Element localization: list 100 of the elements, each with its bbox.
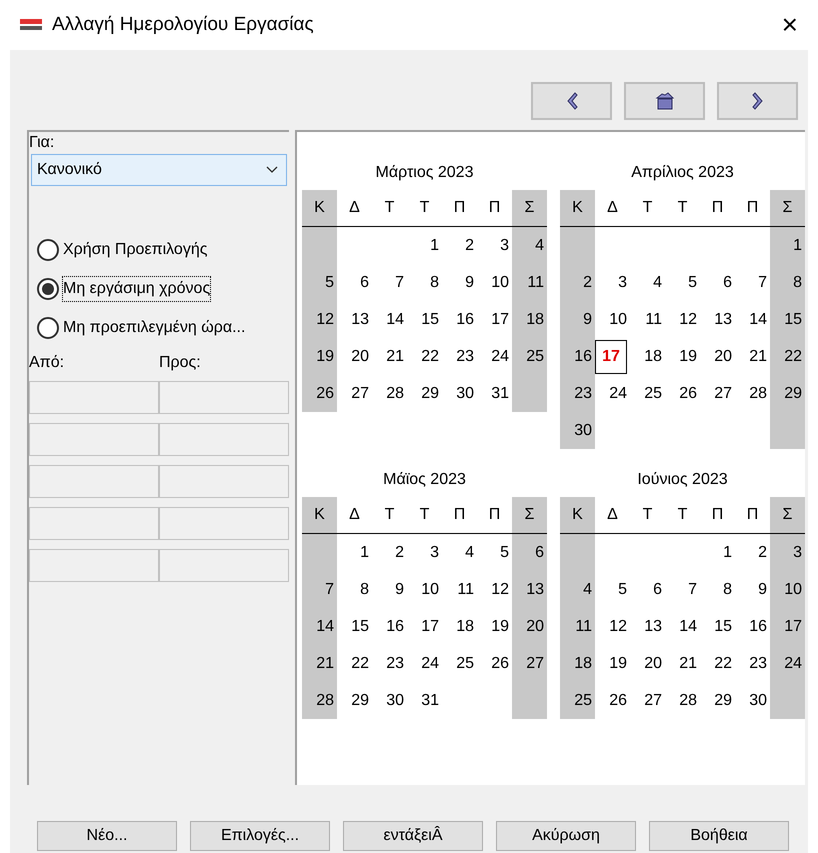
previous-button[interactable] (531, 82, 612, 120)
day-cell[interactable]: 17 (595, 340, 627, 374)
day-cell[interactable]: 6 (723, 270, 732, 294)
day-cell[interactable]: 26 (609, 688, 627, 712)
day-cell[interactable]: 28 (386, 382, 404, 406)
day-cell[interactable]: 5 (500, 540, 509, 564)
day-cell[interactable]: 30 (386, 688, 404, 712)
dialog-button[interactable]: Ακύρωση (496, 821, 636, 851)
day-cell[interactable]: 19 (679, 344, 697, 368)
day-cell[interactable]: 19 (316, 344, 334, 368)
day-cell[interactable]: 1 (360, 540, 369, 564)
day-cell[interactable]: 16 (574, 344, 592, 368)
day-cell[interactable]: 4 (465, 540, 474, 564)
dialog-button[interactable]: Επιλογές... (190, 821, 330, 851)
day-cell[interactable]: 3 (793, 540, 802, 564)
day-cell[interactable]: 5 (688, 270, 697, 294)
day-cell[interactable]: 15 (351, 614, 369, 638)
day-cell[interactable]: 5 (618, 578, 627, 602)
day-cell[interactable]: 12 (609, 614, 627, 638)
day-cell[interactable]: 17 (491, 308, 509, 332)
day-cell[interactable]: 8 (723, 578, 732, 602)
day-cell[interactable]: 10 (421, 578, 439, 602)
day-cell[interactable]: 10 (491, 270, 509, 294)
close-button[interactable]: × (782, 11, 798, 39)
day-cell[interactable]: 20 (714, 344, 732, 368)
day-cell[interactable]: 22 (784, 344, 802, 368)
day-cell[interactable]: 18 (574, 652, 592, 676)
day-cell[interactable]: 26 (491, 652, 509, 676)
day-cell[interactable]: 31 (421, 688, 439, 712)
day-cell[interactable]: 27 (644, 688, 662, 712)
day-cell[interactable]: 13 (644, 614, 662, 638)
time-input-field[interactable] (29, 549, 159, 582)
dialog-button[interactable]: εντάξειÂ (343, 821, 483, 851)
day-cell[interactable]: 8 (360, 578, 369, 602)
day-cell[interactable]: 29 (351, 688, 369, 712)
day-cell[interactable]: 24 (421, 652, 439, 676)
day-cell[interactable]: 17 (784, 614, 802, 638)
day-cell[interactable]: 28 (316, 688, 334, 712)
day-cell[interactable]: 2 (395, 540, 404, 564)
day-cell[interactable]: 25 (574, 688, 592, 712)
dialog-button[interactable]: Βοήθεια (649, 821, 789, 851)
day-cell[interactable]: 31 (491, 382, 509, 406)
day-cell[interactable]: 3 (430, 540, 439, 564)
time-input-field[interactable] (29, 381, 159, 414)
day-cell[interactable]: 14 (316, 614, 334, 638)
day-cell[interactable]: 1 (793, 234, 802, 258)
day-cell[interactable]: 16 (386, 614, 404, 638)
home-button[interactable] (624, 82, 705, 120)
day-cell[interactable]: 10 (784, 578, 802, 602)
day-cell[interactable]: 24 (491, 344, 509, 368)
day-cell[interactable]: 15 (784, 308, 802, 332)
day-cell[interactable]: 22 (351, 652, 369, 676)
day-cell[interactable]: 23 (456, 344, 474, 368)
day-cell[interactable]: 15 (421, 308, 439, 332)
day-cell[interactable]: 2 (583, 270, 592, 294)
day-cell[interactable]: 30 (574, 418, 592, 442)
day-cell[interactable]: 4 (583, 578, 592, 602)
day-cell[interactable]: 24 (609, 382, 627, 406)
day-cell[interactable]: 3 (618, 270, 627, 294)
day-cell[interactable]: 14 (679, 614, 697, 638)
day-cell[interactable]: 11 (527, 270, 544, 294)
day-cell[interactable]: 3 (500, 234, 509, 258)
day-cell[interactable]: 12 (679, 308, 697, 332)
time-input-field[interactable] (29, 507, 159, 540)
day-cell[interactable]: 21 (679, 652, 697, 676)
day-cell[interactable]: 25 (526, 344, 544, 368)
day-cell[interactable]: 7 (688, 578, 697, 602)
day-cell[interactable]: 11 (575, 614, 592, 638)
day-cell[interactable]: 1 (723, 540, 732, 564)
day-cell[interactable]: 18 (456, 614, 474, 638)
time-input-field[interactable] (159, 507, 289, 540)
time-input-field[interactable] (29, 465, 159, 498)
day-cell[interactable]: 12 (316, 308, 334, 332)
day-cell[interactable]: 13 (351, 308, 369, 332)
day-cell[interactable]: 27 (526, 652, 544, 676)
day-cell[interactable]: 8 (430, 270, 439, 294)
day-cell[interactable]: 6 (653, 578, 662, 602)
day-cell[interactable]: 29 (714, 688, 732, 712)
next-button[interactable] (717, 82, 798, 120)
day-cell[interactable]: 7 (758, 270, 767, 294)
day-cell[interactable]: 9 (395, 578, 404, 602)
day-cell[interactable]: 30 (456, 382, 474, 406)
day-cell[interactable]: 27 (714, 382, 732, 406)
day-cell[interactable]: 13 (714, 308, 732, 332)
day-cell[interactable]: 5 (325, 270, 334, 294)
day-cell[interactable]: 9 (758, 578, 767, 602)
dialog-button[interactable]: Νέο... (37, 821, 177, 851)
day-cell[interactable]: 21 (386, 344, 404, 368)
day-cell[interactable]: 30 (749, 688, 767, 712)
day-cell[interactable]: 26 (679, 382, 697, 406)
day-cell[interactable]: 9 (465, 270, 474, 294)
day-cell[interactable]: 20 (351, 344, 369, 368)
day-cell[interactable]: 28 (749, 382, 767, 406)
day-cell[interactable]: 29 (421, 382, 439, 406)
time-input-field[interactable] (159, 549, 289, 582)
day-cell[interactable]: 1 (430, 234, 439, 258)
day-cell[interactable]: 23 (386, 652, 404, 676)
day-cell[interactable]: 23 (749, 652, 767, 676)
day-cell[interactable]: 19 (609, 652, 627, 676)
day-cell[interactable]: 6 (535, 540, 544, 564)
